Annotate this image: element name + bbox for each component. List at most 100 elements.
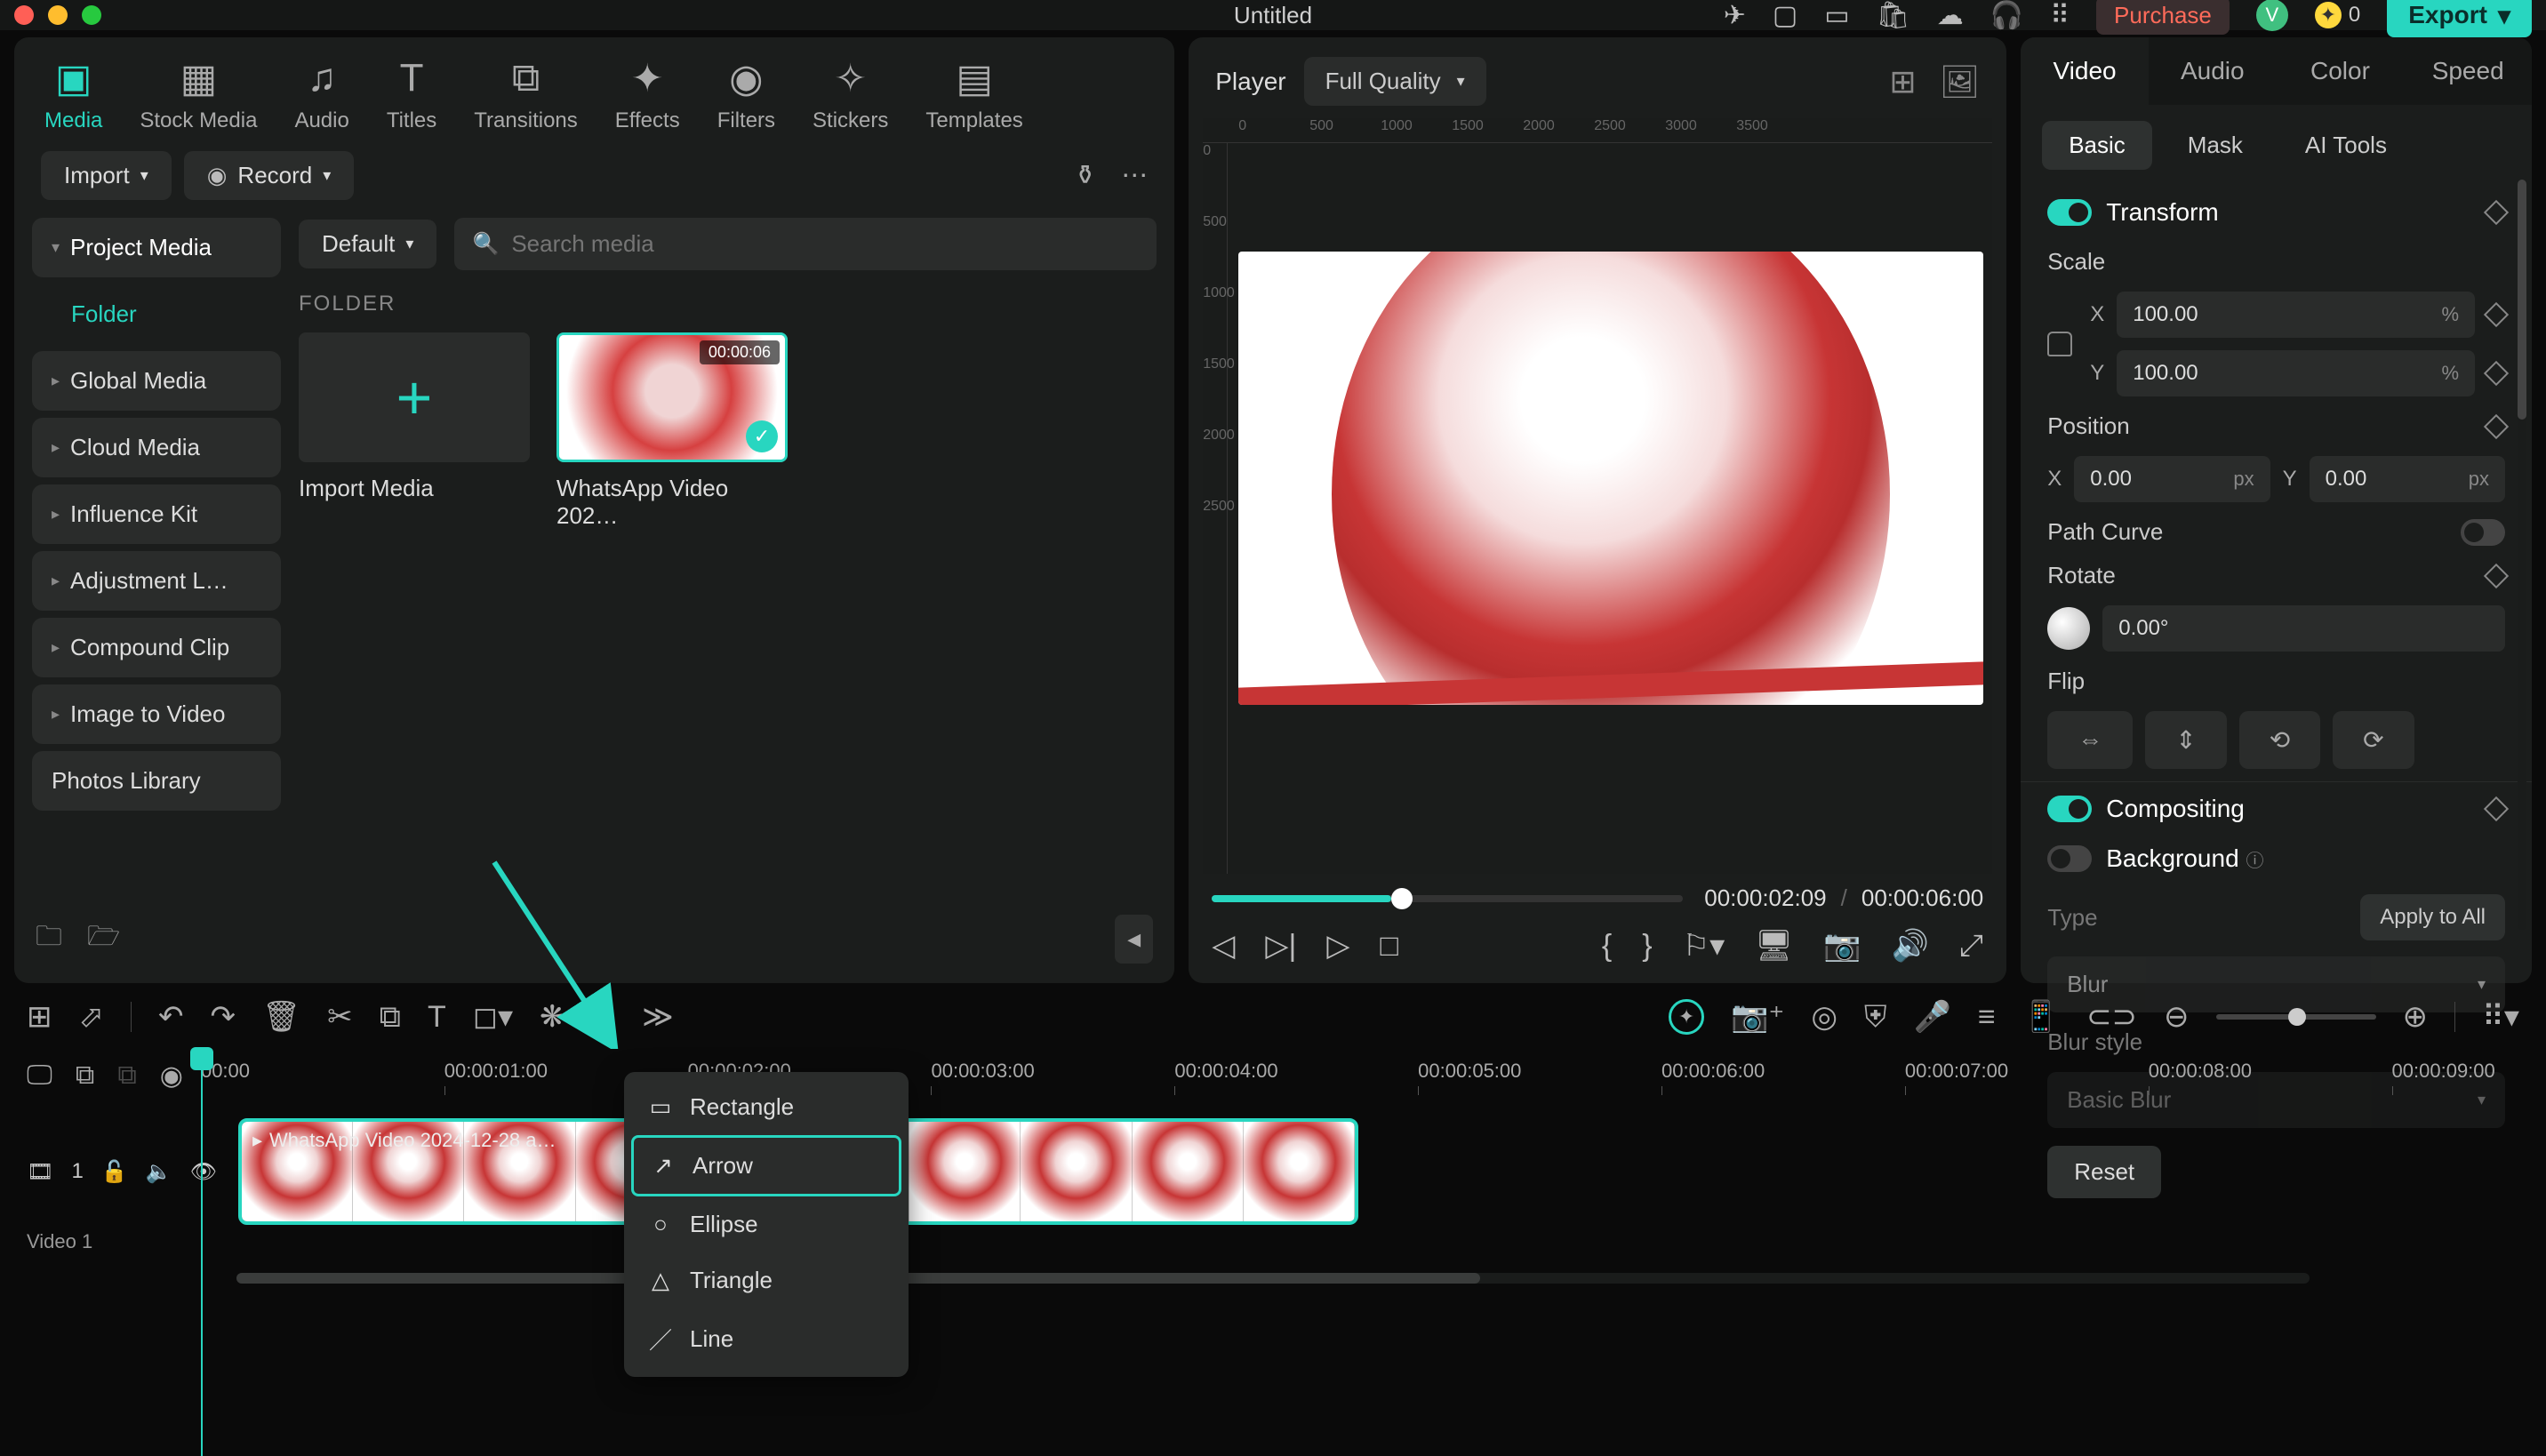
volume-icon[interactable]: 🔊 <box>1892 928 1929 964</box>
sidebar-item-influence-kit[interactable]: ▸Influence Kit <box>32 484 281 544</box>
keyframe-icon[interactable] <box>2484 563 2509 588</box>
more-icon[interactable]: ⋯ <box>1121 160 1148 191</box>
compositing-toggle[interactable] <box>2047 796 2092 822</box>
zoom-knob[interactable] <box>2288 1008 2306 1026</box>
window-controls[interactable] <box>14 5 101 25</box>
record-button[interactable]: ◉Record▾ <box>184 151 355 200</box>
step-back-icon[interactable]: ▷| <box>1265 928 1296 964</box>
undo-icon[interactable]: ↶ <box>158 999 184 1035</box>
tl-record-track-icon[interactable]: ◉ <box>160 1060 183 1092</box>
new-folder-icon[interactable]: 🗀 <box>36 916 62 962</box>
keyframe-icon[interactable] <box>2484 796 2509 821</box>
tab-speed[interactable]: Speed <box>2404 37 2532 105</box>
position-y-input[interactable]: 0.00px <box>2310 456 2505 502</box>
import-button[interactable]: Import▾ <box>41 151 172 200</box>
search-input[interactable]: 🔍 <box>454 218 1157 270</box>
tab-filters[interactable]: ◉Filters <box>717 57 775 133</box>
rotate-cw-button[interactable]: ⟳ <box>2333 711 2414 769</box>
sidebar-item-folder[interactable]: Folder <box>32 284 281 344</box>
shape-ellipse[interactable]: ○Ellipse <box>631 1196 901 1252</box>
fullscreen-icon[interactable]: ⤢ <box>1959 929 1983 964</box>
tab-media[interactable]: ▣Media <box>44 57 102 133</box>
position-x-input[interactable]: 0.00px <box>2074 456 2270 502</box>
tl-mic-icon[interactable]: 🎤 <box>1914 999 1951 1035</box>
track-lock-icon[interactable]: 🔓 <box>101 1159 128 1185</box>
speed-tool-icon[interactable]: ⏱ <box>592 1000 616 1035</box>
subtab-ai-tools[interactable]: AI Tools <box>2278 121 2414 170</box>
rotate-input[interactable]: 0.00° <box>2102 605 2505 652</box>
zoom-in-icon[interactable]: ⊕ <box>2403 999 2429 1035</box>
lock-aspect-icon[interactable] <box>2047 332 2072 356</box>
playback-progress[interactable] <box>1212 895 1683 902</box>
shape-triangle[interactable]: △Triangle <box>631 1252 901 1308</box>
tl-magnet-icon[interactable]: ⧉ <box>117 1060 136 1092</box>
minimize-window-icon[interactable] <box>48 5 68 25</box>
quality-dropdown[interactable]: Full Quality▾ <box>1304 57 1486 106</box>
cloud-icon[interactable]: ☁ <box>1937 0 1964 31</box>
display-icon[interactable]: 🖥 <box>1755 928 1793 964</box>
tl-device-icon[interactable]: 📱 <box>2022 999 2060 1035</box>
properties-scrollbar[interactable] <box>2518 180 2526 930</box>
track-mute-icon[interactable]: 🔈 <box>146 1159 172 1185</box>
progress-knob[interactable] <box>1391 888 1413 909</box>
tab-titles[interactable]: TTitles <box>387 57 436 133</box>
import-media-tile[interactable]: + <box>299 332 530 462</box>
mark-out-icon[interactable]: } <box>1642 929 1652 964</box>
tab-templates[interactable]: ▤Templates <box>925 57 1022 133</box>
crop-icon[interactable]: ⧉ <box>380 1000 401 1035</box>
cart-icon[interactable]: 🛍 <box>1877 0 1910 31</box>
text-icon[interactable]: T <box>428 1000 446 1035</box>
scale-y-input[interactable]: 100.00% <box>2117 350 2475 396</box>
coin-balance[interactable]: ✦ 0 <box>2315 2 2360 28</box>
sidebar-item-compound-clip[interactable]: ▸Compound Clip <box>32 618 281 677</box>
tab-stock-media[interactable]: ▦Stock Media <box>140 57 257 133</box>
keyframe-icon[interactable] <box>2484 302 2509 327</box>
sidebar-item-photos-library[interactable]: Photos Library <box>32 751 281 811</box>
tab-audio-props[interactable]: Audio <box>2149 37 2277 105</box>
tl-overlay-icon[interactable]: ⧉ <box>76 1060 94 1092</box>
tl-camera-icon[interactable]: 📷⁺ <box>1731 999 1784 1035</box>
purchase-button[interactable]: Purchase <box>2096 0 2230 35</box>
rotate-ccw-button[interactable]: ⟲ <box>2239 711 2320 769</box>
tab-video[interactable]: Video <box>2021 37 2149 105</box>
timeline-ruler[interactable]: 00:00 00:00:01:00 00:00:02:00 00:00:03:0… <box>201 1051 2519 1100</box>
marker-dropdown-icon[interactable]: ⚐▾ <box>1683 928 1725 964</box>
sidebar-item-image-to-video[interactable]: ▸Image to Video <box>32 684 281 744</box>
sidebar-item-global-media[interactable]: ▸Global Media <box>32 351 281 411</box>
scale-x-input[interactable]: 100.00% <box>2117 292 2475 338</box>
subtab-basic[interactable]: Basic <box>2042 121 2152 170</box>
maximize-window-icon[interactable] <box>82 5 101 25</box>
tl-target-icon[interactable]: ◎ <box>1811 999 1837 1035</box>
folder-plus-icon[interactable]: 🗁 <box>87 916 120 962</box>
snapshot-icon[interactable]: 📷 <box>1823 928 1861 964</box>
rotate-knob[interactable] <box>2047 607 2090 650</box>
tab-color[interactable]: Color <box>2277 37 2405 105</box>
transform-toggle[interactable] <box>2047 199 2092 226</box>
media-thumbnail[interactable]: 00:00:06 ✓ <box>556 332 788 462</box>
headphones-icon[interactable]: 🎧 <box>1990 0 2023 31</box>
send-icon[interactable]: ✈ <box>1724 0 1746 31</box>
sidebar-item-cloud-media[interactable]: ▸Cloud Media <box>32 418 281 477</box>
stop-icon[interactable]: □ <box>1381 929 1399 964</box>
info-icon[interactable]: ⓘ <box>2246 852 2263 871</box>
flip-horizontal-button[interactable]: ⇔ <box>2047 711 2133 769</box>
split-icon[interactable]: ✂ <box>327 999 353 1035</box>
user-avatar[interactable]: V <box>2256 0 2288 31</box>
tl-shield-icon[interactable]: ⛨ <box>1864 1000 1887 1035</box>
filter-icon[interactable]: ⚱ <box>1074 160 1096 191</box>
delete-icon[interactable]: 🗑 <box>262 999 300 1035</box>
redo-icon[interactable]: ↷ <box>211 999 236 1035</box>
apply-to-all-button[interactable]: Apply to All <box>2360 894 2505 940</box>
tl-view-icon[interactable]: ⠿▾ <box>2482 999 2519 1035</box>
shape-rectangle[interactable]: ▭Rectangle <box>631 1079 901 1135</box>
tab-stickers[interactable]: ✧Stickers <box>813 57 888 133</box>
scrollbar-thumb[interactable] <box>2518 180 2526 420</box>
subtab-mask[interactable]: Mask <box>2161 121 2270 170</box>
path-curve-toggle[interactable] <box>2461 519 2505 546</box>
track-header[interactable]: 🎞 1 🔓 🔈 👁 <box>27 1118 222 1225</box>
sidebar-item-project-media[interactable]: ▾Project Media <box>32 218 281 277</box>
grid-view-icon[interactable]: ⊞ <box>1889 63 1916 100</box>
close-window-icon[interactable] <box>14 5 34 25</box>
tab-transitions[interactable]: ⧉Transitions <box>474 57 577 133</box>
tl-grid-icon[interactable]: ⊞ <box>27 999 52 1035</box>
